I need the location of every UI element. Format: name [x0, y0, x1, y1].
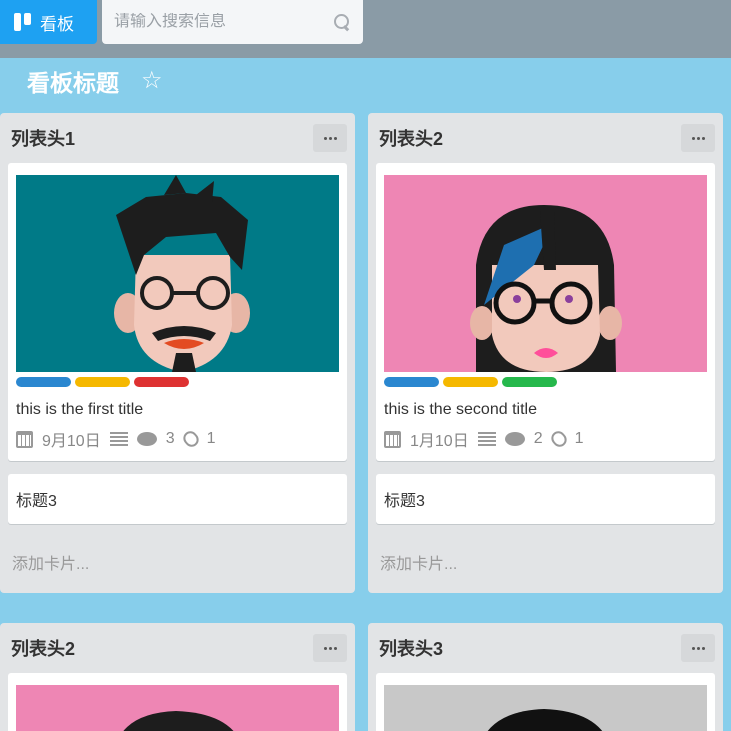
- label-red[interactable]: [134, 377, 189, 387]
- add-card-link[interactable]: 添加卡片...: [0, 524, 355, 582]
- label-blue[interactable]: [16, 377, 71, 387]
- comment-count: 2: [533, 430, 543, 447]
- more-icon[interactable]: [681, 634, 715, 662]
- card-cover-image: [16, 175, 339, 372]
- avatar-illustration: [16, 685, 339, 731]
- card[interactable]: [8, 673, 347, 731]
- boards-button-label: 看板: [40, 14, 74, 34]
- due-date: 9月10日: [42, 433, 101, 450]
- boards-button[interactable]: 看板: [0, 0, 97, 44]
- attachment-count: 1: [574, 430, 584, 447]
- list: 列表头2: [0, 623, 355, 731]
- list-header: 列表头2: [368, 113, 723, 163]
- card[interactable]: this is the second title 1月10日 2 1: [376, 163, 715, 461]
- add-card-link[interactable]: 添加卡片...: [368, 524, 723, 582]
- paperclip-icon: [180, 428, 202, 450]
- card[interactable]: 标题3: [376, 474, 715, 524]
- card[interactable]: this is the first title 9月10日 3 1: [8, 163, 347, 461]
- description-icon: [109, 432, 128, 446]
- search-icon[interactable]: [333, 13, 351, 31]
- description-icon: [477, 432, 496, 446]
- card-labels: [8, 372, 347, 387]
- card[interactable]: [376, 673, 715, 731]
- search-box[interactable]: [102, 0, 363, 44]
- card-cover-image: [16, 685, 339, 731]
- attachment-count: 1: [206, 430, 216, 447]
- label-blue[interactable]: [384, 377, 439, 387]
- search-input[interactable]: [114, 13, 333, 31]
- list-title[interactable]: 列表头1: [11, 125, 75, 151]
- list-header: 列表头1: [0, 113, 355, 163]
- card-cover-image: [384, 685, 707, 731]
- more-icon[interactable]: [681, 124, 715, 152]
- card-badges: 9月10日 3 1: [8, 419, 347, 461]
- list-header: 列表头2: [0, 623, 355, 673]
- card-title: 标题3: [16, 493, 57, 510]
- more-icon[interactable]: [313, 634, 347, 662]
- card-title: 标题3: [384, 493, 425, 510]
- list-title[interactable]: 列表头2: [11, 635, 75, 661]
- comment-count: 3: [165, 430, 175, 447]
- card-title[interactable]: this is the second title: [376, 387, 715, 419]
- board-title[interactable]: 看板标题: [27, 64, 119, 98]
- card-cover-image: [384, 175, 707, 372]
- list-title[interactable]: 列表头2: [379, 125, 443, 151]
- avatar-woman-illustration: [384, 175, 707, 372]
- card[interactable]: 标题3: [8, 474, 347, 524]
- attachment-badge: 1: [548, 428, 584, 450]
- list: 列表头1 this is the first title 9月10日 3 1 标…: [0, 113, 355, 593]
- paperclip-icon: [548, 428, 570, 450]
- comment-icon: [136, 432, 157, 446]
- list-header: 列表头3: [368, 623, 723, 673]
- label-yellow[interactable]: [443, 377, 498, 387]
- label-green[interactable]: [502, 377, 557, 387]
- due-date-badge: 1月10日: [384, 427, 469, 451]
- more-icon[interactable]: [313, 124, 347, 152]
- list: 列表头2 this is the second title 1月10日 2 1 …: [368, 113, 723, 593]
- list-title[interactable]: 列表头3: [379, 635, 443, 661]
- avatar-illustration: [384, 685, 707, 731]
- board-icon: [14, 13, 32, 31]
- due-date: 1月10日: [410, 433, 469, 450]
- calendar-icon: [16, 430, 33, 448]
- list: 列表头3: [368, 623, 723, 731]
- due-date-badge: 9月10日: [16, 427, 101, 451]
- card-title[interactable]: this is the first title: [8, 387, 347, 419]
- star-icon[interactable]: ☆: [141, 66, 163, 95]
- comment-badge: 2: [504, 430, 543, 448]
- comment-icon: [504, 432, 525, 446]
- comment-badge: 3: [136, 430, 175, 448]
- avatar-man-illustration: [16, 175, 339, 372]
- card-badges: 1月10日 2 1: [376, 419, 715, 461]
- calendar-icon: [384, 430, 401, 448]
- label-yellow[interactable]: [75, 377, 130, 387]
- card-labels: [376, 372, 715, 387]
- attachment-badge: 1: [180, 428, 216, 450]
